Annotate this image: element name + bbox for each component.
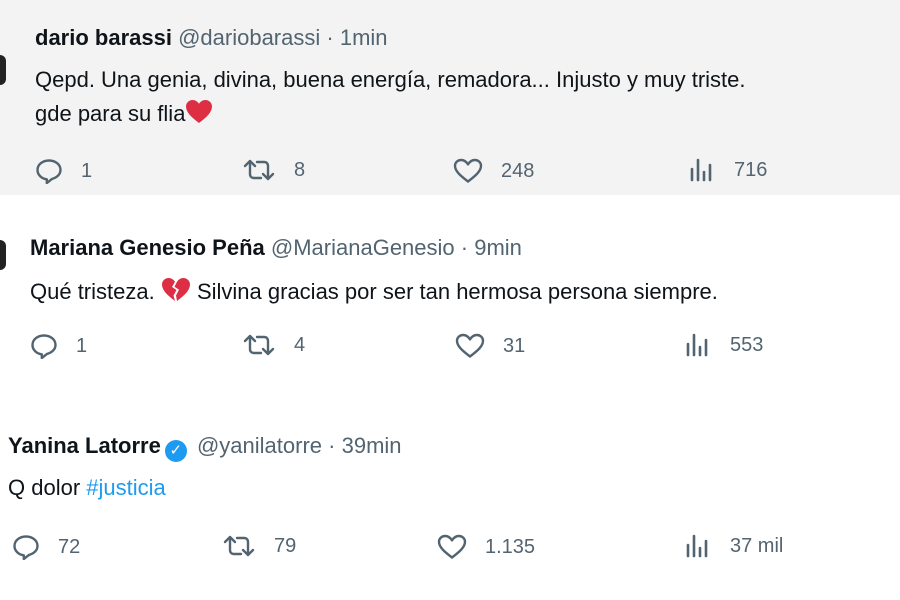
- reply-button[interactable]: 1: [30, 333, 87, 359]
- author-handle[interactable]: @yanilatorre: [197, 433, 322, 458]
- retweet-count: 79: [274, 534, 297, 557]
- tweet-header: Yanina Latorre ✓ @yanilatorre · 39min: [8, 433, 402, 462]
- views-count: 553: [730, 333, 764, 356]
- like-button[interactable]: 1.135: [437, 534, 535, 560]
- retweet-count: 8: [294, 158, 306, 181]
- heart-icon: [453, 158, 483, 183]
- author-name[interactable]: dario barassi: [35, 25, 172, 50]
- avatar[interactable]: [0, 55, 6, 85]
- red-heart-icon: [185, 99, 213, 135]
- views-icon: [690, 158, 712, 182]
- tweet-text-segment: Qué tristeza.: [30, 279, 155, 304]
- separator-dot: ·: [460, 235, 469, 260]
- views-count: 37 mil: [730, 534, 784, 557]
- timestamp[interactable]: 39min: [342, 433, 402, 458]
- reply-button[interactable]: 72: [12, 534, 80, 560]
- action-bar: 1 8 248 716: [0, 158, 900, 188]
- retweet-count: 4: [294, 333, 306, 356]
- timestamp[interactable]: 9min: [474, 235, 522, 260]
- retweet-icon: [243, 159, 275, 181]
- heart-icon: [455, 333, 485, 358]
- avatar[interactable]: [0, 240, 6, 270]
- tweet[interactable]: Mariana Genesio Peña @MarianaGenesio · 9…: [0, 195, 900, 400]
- author-handle[interactable]: @MarianaGenesio: [271, 235, 455, 260]
- separator-dot: ·: [326, 25, 334, 50]
- separator-dot: ·: [328, 433, 336, 458]
- reply-button[interactable]: 1: [35, 158, 92, 184]
- author-name[interactable]: Mariana Genesio Peña: [30, 235, 265, 260]
- reply-count: 1: [81, 159, 93, 182]
- tweet-header: dario barassi @dariobarassi · 1min: [35, 25, 388, 51]
- tweet-text-segment: gde para su flia: [35, 101, 186, 126]
- retweet-icon: [223, 535, 255, 557]
- reply-icon: [13, 535, 39, 560]
- like-button[interactable]: 31: [455, 333, 525, 359]
- verified-badge-icon: ✓: [164, 440, 187, 462]
- like-count: 31: [503, 334, 526, 357]
- reply-icon: [36, 159, 62, 184]
- retweet-button[interactable]: 79: [222, 534, 296, 558]
- retweet-icon: [243, 334, 275, 356]
- like-button[interactable]: 248: [453, 158, 534, 184]
- broken-heart-icon: [161, 277, 191, 313]
- tweet-text-segment: Q dolor: [8, 475, 81, 500]
- like-count: 1.135: [485, 535, 536, 558]
- author-name[interactable]: Yanina Latorre: [8, 433, 161, 458]
- views-button[interactable]: 716: [688, 158, 767, 182]
- views-button[interactable]: 553: [684, 333, 763, 357]
- tweet[interactable]: dario barassi @dariobarassi · 1min Qepd.…: [0, 0, 900, 195]
- tweet[interactable]: Yanina Latorre ✓ @yanilatorre · 39min Q d…: [0, 400, 900, 600]
- tweet-text: Qué tristeza. Silvina gracias por ser ta…: [30, 275, 718, 313]
- views-icon: [686, 333, 708, 357]
- action-bar: 1 4 31 553: [0, 333, 900, 363]
- reply-count: 1: [76, 334, 88, 357]
- tweet-text: Q dolor #justicia: [8, 471, 166, 505]
- views-count: 716: [734, 158, 768, 181]
- views-button[interactable]: 37 mil: [684, 534, 783, 558]
- action-bar: 72 79 1.135 37 mil: [0, 534, 900, 564]
- tweet-text-segment: Silvina gracias por ser tan hermosa pers…: [196, 279, 718, 304]
- timestamp[interactable]: 1min: [340, 25, 388, 50]
- hashtag-link[interactable]: #justicia: [86, 475, 165, 500]
- reply-icon: [31, 334, 57, 359]
- like-count: 248: [501, 159, 535, 182]
- author-handle[interactable]: @dariobarassi: [178, 25, 320, 50]
- retweet-button[interactable]: 8: [242, 158, 305, 182]
- views-icon: [686, 534, 708, 558]
- heart-icon: [437, 534, 467, 559]
- tweet-header: Mariana Genesio Peña @MarianaGenesio · 9…: [30, 235, 522, 261]
- reply-count: 72: [58, 535, 81, 558]
- tweet-text: Qepd. Una genia, divina, buena energía, …: [35, 63, 746, 135]
- retweet-button[interactable]: 4: [242, 333, 305, 357]
- tweet-text-line: Qepd. Una genia, divina, buena energía, …: [35, 67, 746, 92]
- tweet-text-line: gde para su flia: [35, 97, 746, 135]
